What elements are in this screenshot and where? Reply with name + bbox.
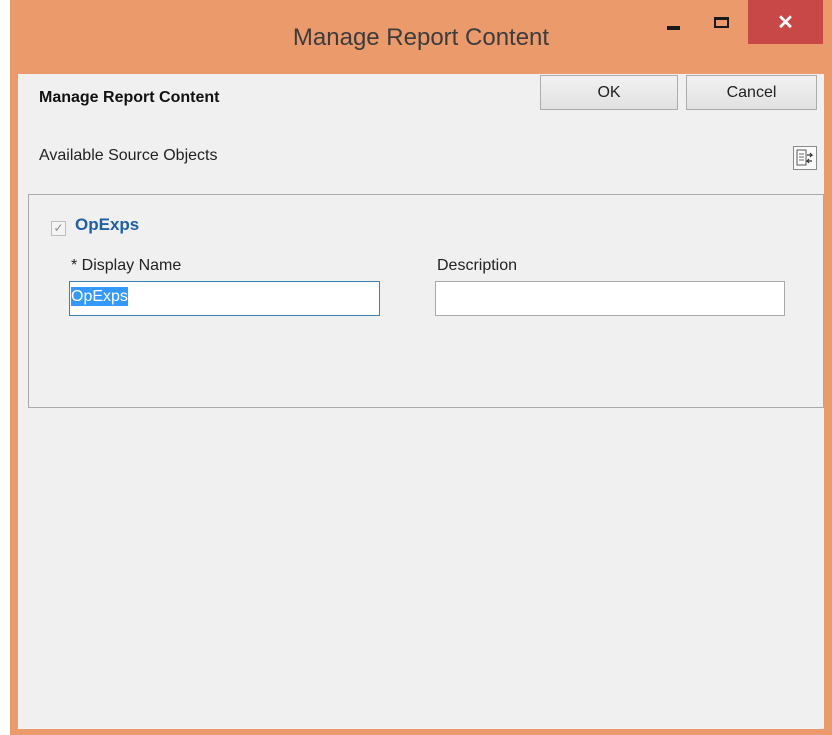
close-button[interactable]: ✕ bbox=[748, 0, 823, 44]
description-field[interactable] bbox=[435, 281, 785, 316]
display-name-field[interactable]: OpExps bbox=[69, 281, 380, 316]
minimize-icon bbox=[666, 26, 680, 30]
cancel-button[interactable]: Cancel bbox=[686, 75, 817, 110]
display-name-label: * Display Name bbox=[71, 257, 182, 274]
close-icon: ✕ bbox=[777, 11, 794, 34]
swap-columns-icon[interactable] bbox=[793, 146, 817, 170]
maximize-button[interactable] bbox=[698, 0, 744, 40]
object-checkbox[interactable]: ✓ bbox=[51, 221, 66, 236]
source-objects-panel: ✓ OpExps * Display Name OpExps Descripti… bbox=[28, 194, 824, 408]
check-icon: ✓ bbox=[53, 221, 64, 235]
description-label: Description bbox=[437, 257, 518, 274]
page-title: Manage Report Content bbox=[39, 89, 220, 106]
title-bar[interactable]: Manage Report Content ✕ bbox=[10, 0, 832, 74]
dialog-window: Manage Report Content ✕ Manage Report Co… bbox=[10, 0, 832, 735]
available-source-objects-label: Available Source Objects bbox=[39, 147, 218, 164]
dialog-body: Manage Report Content OK Cancel Availabl… bbox=[18, 74, 824, 729]
minimize-button[interactable] bbox=[650, 0, 696, 40]
display-name-value: OpExps bbox=[71, 287, 128, 306]
object-name: OpExps bbox=[75, 215, 140, 234]
maximize-icon bbox=[713, 16, 729, 28]
ok-button[interactable]: OK bbox=[540, 75, 678, 110]
